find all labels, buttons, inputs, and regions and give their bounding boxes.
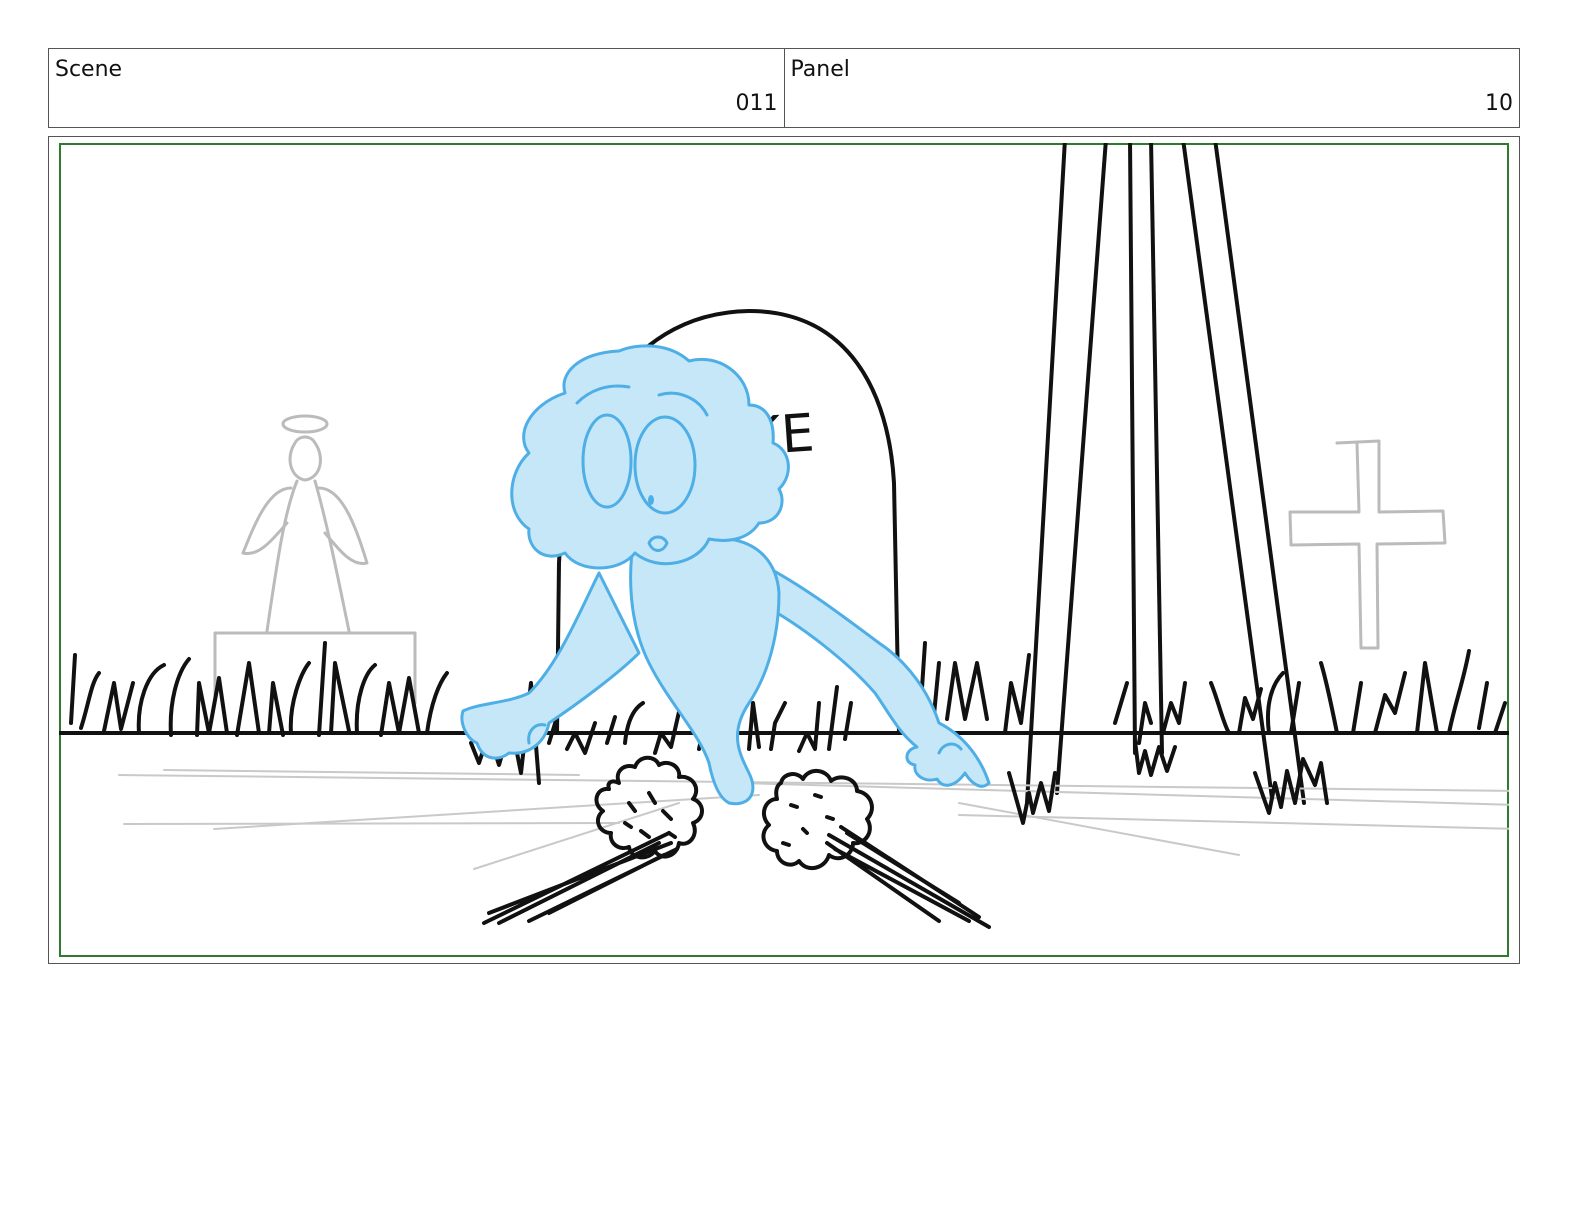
tree-trunks	[1025, 143, 1306, 805]
storyboard-drawing: KE	[59, 143, 1509, 929]
panel-number: 10	[1485, 91, 1513, 116]
angel-statue	[213, 414, 417, 705]
ghost-character	[460, 344, 991, 806]
scene-number: 011	[735, 91, 778, 116]
scene-cell: Scene 011	[49, 49, 784, 127]
cross-marker	[1288, 439, 1447, 650]
ground	[59, 731, 1509, 870]
panel-label: Panel	[790, 57, 850, 82]
storyboard-header: Scene 011 Panel 10	[48, 48, 1520, 128]
panel-cell: Panel 10	[783, 49, 1520, 127]
scene-label: Scene	[55, 57, 123, 82]
